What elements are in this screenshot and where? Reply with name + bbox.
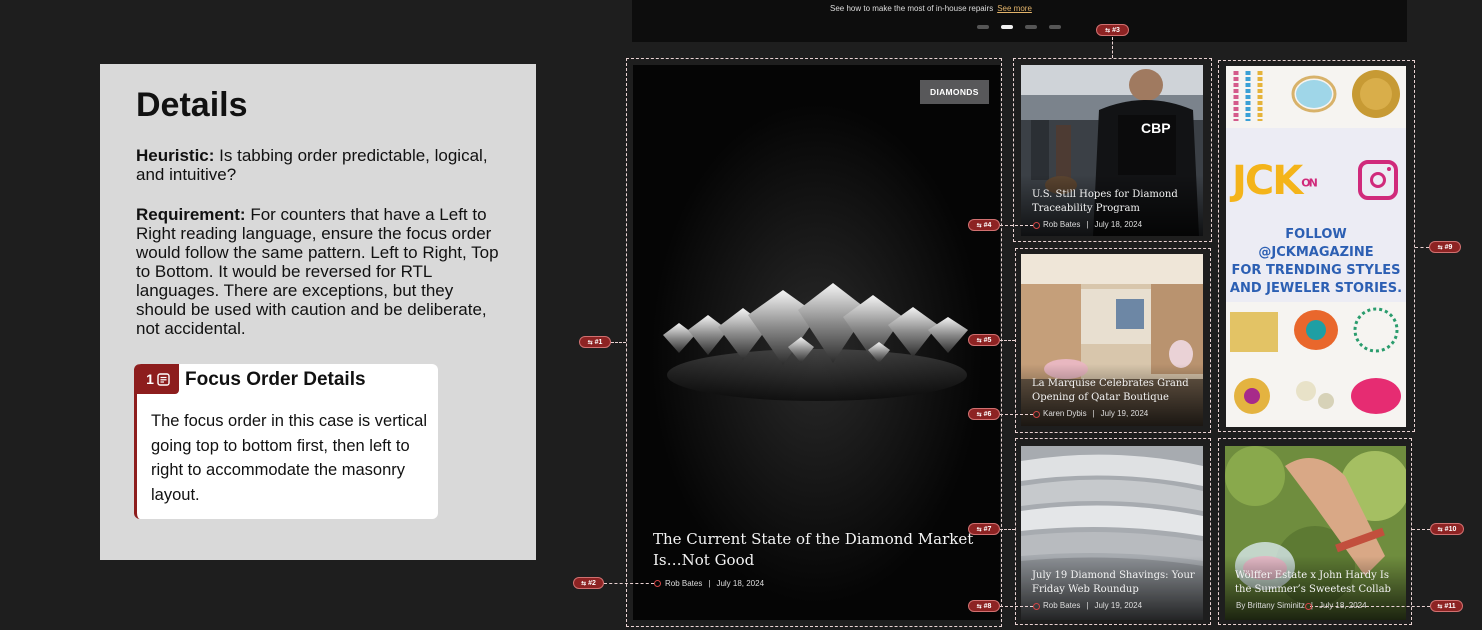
cbp-article-author[interactable]: Rob Bates — [1043, 220, 1080, 229]
focus-ring-icon — [1033, 603, 1040, 610]
focus-order-icon: ⇆ — [976, 526, 982, 533]
shavings-article-date: July 19, 2024 — [1094, 601, 1143, 610]
marker-connector — [1310, 606, 1430, 607]
shavings-article-card[interactable]: July 19 Diamond Shavings: Your Friday We… — [1021, 446, 1203, 620]
marker-connector — [1000, 606, 1033, 607]
jck-logo: JCKON — [1232, 158, 1318, 204]
ad-follow-text: FOLLOW @JCKMAGAZINE FOR TRENDING STYLES … — [1229, 227, 1403, 296]
requirement-paragraph: Requirement: For counters that have a Le… — [136, 205, 506, 338]
focus-order-icon: ⇆ — [976, 411, 982, 418]
focus-marker-3: ⇆ #3 — [1096, 24, 1129, 36]
focus-order-icon: ⇆ — [581, 580, 587, 587]
focus-ring-icon — [654, 580, 661, 587]
cbp-article-meta: Rob Bates | July 18, 2024 — [1043, 220, 1143, 229]
carousel-dot[interactable] — [1025, 25, 1037, 29]
main-article-card[interactable]: DIAMONDS The Current State of the Diamon… — [633, 65, 1000, 620]
wolffer-article-author[interactable]: By Brittany Siminitz — [1236, 601, 1305, 610]
carousel-dots — [977, 25, 1061, 29]
hero-carousel: See how to make the most of in-house rep… — [632, 0, 1407, 42]
requirement-label: Requirement: — [136, 205, 246, 224]
marker-connector — [611, 342, 626, 343]
focus-order-icon: ⇆ — [1437, 526, 1443, 533]
marker-connector — [1000, 225, 1033, 226]
main-article-title[interactable]: The Current State of the Diamond Market … — [653, 529, 988, 571]
focus-order-card: 1 Focus Order Details The focus order in… — [134, 364, 438, 519]
focus-marker-5: ⇆ #5 — [968, 334, 1000, 346]
category-tag[interactable]: DIAMONDS — [920, 80, 989, 104]
shavings-article-meta: Rob Bates | July 19, 2024 — [1043, 601, 1143, 610]
notes-icon — [157, 372, 170, 386]
carousel-dot[interactable] — [977, 25, 989, 29]
marker-connector — [1000, 529, 1015, 530]
focus-ring-icon — [1033, 222, 1040, 229]
focus-marker-2: ⇆ #2 — [573, 577, 604, 589]
focus-order-icon: ⇆ — [976, 222, 982, 229]
focus-ring-icon — [1305, 603, 1312, 610]
focus-ring-icon — [1033, 411, 1040, 418]
details-panel: Details Heuristic: Is tabbing order pred… — [100, 64, 536, 560]
cbp-article-date: July 18, 2024 — [1094, 220, 1143, 229]
focus-order-icon: ⇆ — [1105, 27, 1111, 34]
wolffer-article-card[interactable]: Wölffer Estate x John Hardy Is the Summe… — [1225, 446, 1406, 620]
carousel-dot-active[interactable] — [1001, 25, 1013, 29]
details-title: Details — [136, 86, 248, 124]
focus-marker-7: ⇆ #7 — [968, 523, 1000, 535]
focus-marker-6: ⇆ #6 — [968, 408, 1000, 420]
focus-order-icon: ⇆ — [976, 337, 982, 344]
marquise-article-meta: Karen Dybis | July 19, 2024 — [1043, 409, 1149, 418]
heuristic-paragraph: Heuristic: Is tabbing order predictable,… — [136, 146, 506, 184]
focus-marker-4: ⇆ #4 — [968, 219, 1000, 231]
marquise-article-card[interactable]: La Marquise Celebrates Grand Opening of … — [1021, 254, 1203, 426]
shavings-article-author[interactable]: Rob Bates — [1043, 601, 1080, 610]
see-more-link[interactable]: See more — [997, 4, 1032, 13]
instagram-icon — [1358, 160, 1398, 200]
wolffer-article-title[interactable]: Wölffer Estate x John Hardy Is the Summe… — [1235, 569, 1403, 597]
main-article-meta: Rob Bates | July 18, 2024 — [665, 579, 765, 588]
focus-marker-10: ⇆ #10 — [1430, 523, 1464, 535]
focus-marker-1: ⇆ #1 — [579, 336, 611, 348]
focus-order-icon: ⇆ — [587, 339, 593, 346]
focus-order-icon: ⇆ — [1437, 244, 1443, 251]
focus-card-title: Focus Order Details — [185, 369, 366, 390]
focus-order-icon: ⇆ — [1437, 603, 1443, 610]
carousel-dot[interactable] — [1049, 25, 1061, 29]
focus-card-body: The focus order in this case is vertical… — [151, 412, 428, 504]
heuristic-label: Heuristic: — [136, 146, 215, 165]
main-article-date: July 18, 2024 — [716, 579, 765, 588]
cbp-article-title[interactable]: U.S. Still Hopes for Diamond Traceabilit… — [1032, 188, 1197, 216]
focus-badge-number: 1 — [146, 371, 154, 387]
cbp-vest-text: CBP — [1141, 120, 1171, 136]
marker-connector — [604, 583, 654, 584]
marker-connector — [1000, 340, 1015, 341]
main-article-author[interactable]: Rob Bates — [665, 579, 702, 588]
marker-connector — [1412, 529, 1430, 530]
shavings-article-title[interactable]: July 19 Diamond Shavings: Your Friday We… — [1032, 569, 1200, 597]
marquise-article-date: July 19, 2024 — [1100, 409, 1149, 418]
focus-badge: 1 — [137, 364, 179, 394]
requirement-text: For counters that have a Left to Right r… — [136, 205, 499, 338]
marquise-article-author[interactable]: Karen Dybis — [1043, 409, 1087, 418]
marker-connector — [1000, 414, 1033, 415]
jck-instagram-ad[interactable]: JCKON FOLLOW @JCKMAGAZINE FOR TRENDING S… — [1226, 66, 1406, 427]
cbp-article-card[interactable]: CBP U.S. Still Hopes for Diamond Traceab… — [1021, 65, 1203, 236]
carousel-caption: See how to make the most of in-house rep… — [830, 4, 1032, 13]
marker-connector — [1415, 247, 1429, 248]
focus-marker-9: ⇆ #9 — [1429, 241, 1461, 253]
marquise-article-title[interactable]: La Marquise Celebrates Grand Opening of … — [1032, 377, 1200, 405]
focus-marker-11: ⇆ #11 — [1430, 600, 1463, 612]
marker-connector — [1112, 37, 1113, 58]
focus-marker-8: ⇆ #8 — [968, 600, 1000, 612]
focus-order-icon: ⇆ — [976, 603, 982, 610]
